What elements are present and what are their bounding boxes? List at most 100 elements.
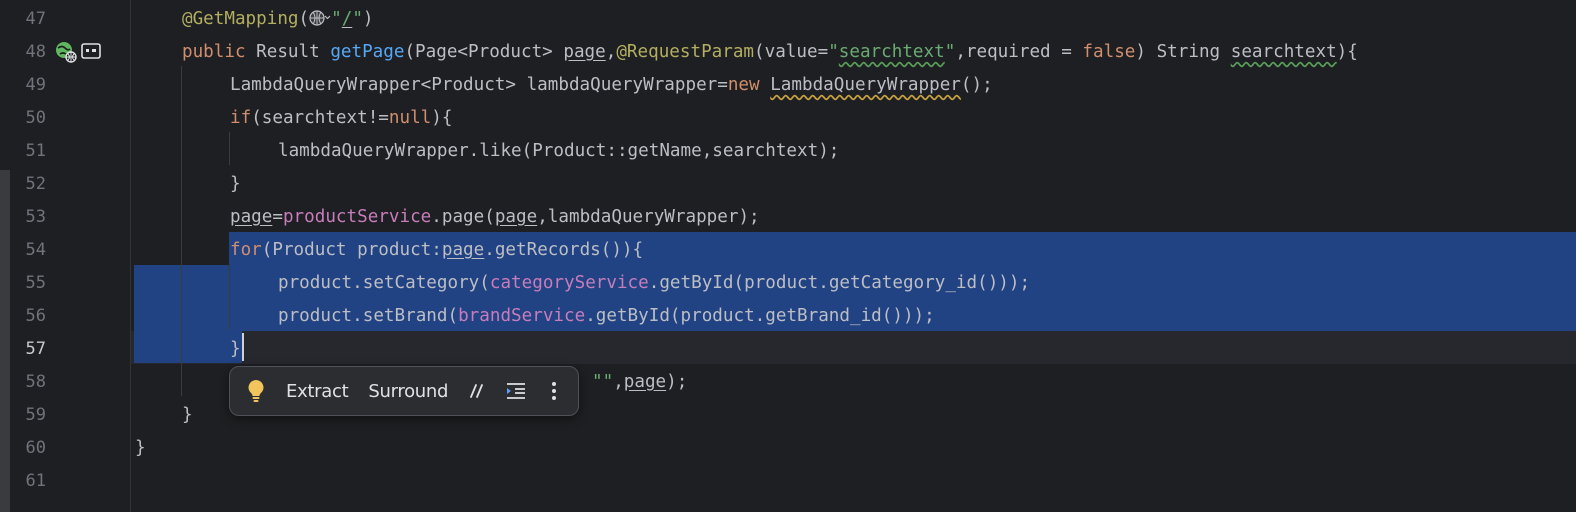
code-line-56[interactable]: product.setBrand(brandService.getById(pr… — [278, 300, 935, 333]
line-number: 51 — [25, 141, 46, 161]
code-line-58[interactable]: "",page); — [592, 366, 687, 399]
code-token: (Page<Product> — [404, 42, 564, 62]
field-categoryservice: categoryService — [489, 273, 649, 293]
code-token: .page( — [431, 207, 495, 227]
more-actions-button[interactable] — [534, 381, 574, 401]
field-brandservice: brandService — [458, 306, 586, 326]
code-token: } — [135, 438, 146, 458]
string-quote: " — [331, 9, 342, 29]
code-token: ){ — [431, 108, 453, 128]
line-number: 59 — [25, 405, 46, 425]
web-endpoint-icon[interactable] — [54, 40, 78, 64]
spring-bean-icon[interactable] — [81, 43, 101, 59]
paren: ) — [362, 9, 374, 29]
var-page: page — [230, 207, 273, 227]
code-line-49[interactable]: LambdaQueryWrapper<Product> lambdaQueryW… — [230, 69, 993, 102]
code-line-50[interactable]: if(searchtext!=null){ — [230, 102, 452, 135]
code-line-54[interactable]: for(Product product:page.getRecords()){ — [230, 234, 643, 267]
code-line-52[interactable]: } — [230, 168, 241, 201]
reformat-icon — [507, 383, 526, 399]
param-searchtext: searchtext — [1230, 42, 1337, 62]
line-number: 52 — [25, 174, 46, 194]
line-number: 48 — [25, 42, 46, 62]
line-number: 50 — [25, 108, 46, 128]
code-line-47[interactable]: @GetMapping("/") — [182, 3, 374, 36]
floating-action-toolbar: Extract Surround — [229, 366, 579, 416]
code-token: (Product product: — [261, 240, 442, 260]
line-number: 47 — [25, 9, 46, 29]
keyword-public: public — [182, 42, 246, 62]
keyword-if: if — [230, 108, 252, 128]
text-caret — [242, 333, 244, 361]
line-number: 61 — [25, 471, 46, 491]
string-quote: " — [828, 42, 839, 62]
code-token: (value= — [754, 42, 829, 62]
keyword-null: null — [388, 108, 432, 128]
line-number: 53 — [25, 207, 46, 227]
string-value: searchtext — [838, 42, 945, 62]
code-token: ){ — [1336, 42, 1358, 62]
code-editor[interactable]: 47 48 49 50 51 52 53 54 55 56 57 58 59 6… — [0, 0, 1576, 512]
surround-button[interactable]: Surround — [358, 381, 458, 402]
lightbulb-icon — [248, 380, 264, 402]
line-number: 55 — [25, 273, 46, 293]
code-token: } — [182, 405, 193, 425]
code-line-55[interactable]: product.setCategory(categoryService.getB… — [278, 267, 1030, 300]
string-path: / — [341, 9, 353, 29]
indent-guide — [181, 66, 182, 396]
method-name: getPage — [330, 42, 405, 62]
code-token: (); — [960, 75, 993, 95]
keyword-false: false — [1082, 42, 1136, 62]
code-line-57[interactable]: } — [230, 333, 241, 366]
code-token: ) String — [1135, 42, 1231, 62]
code-token: product.setBrand( — [278, 306, 459, 326]
comment-button[interactable] — [458, 382, 498, 400]
line-number: 58 — [25, 372, 46, 392]
line-number: 60 — [25, 438, 46, 458]
scroll-thumb[interactable] — [0, 170, 10, 512]
line-number: 56 — [25, 306, 46, 326]
code-token: ); — [666, 372, 688, 392]
code-line-59[interactable]: } — [182, 399, 193, 432]
code-line-51[interactable]: lambdaQueryWrapper.like(Product::getName… — [278, 135, 839, 168]
string-quote: " — [944, 42, 956, 62]
code-token: , — [605, 42, 617, 62]
code-line-60[interactable]: } — [135, 432, 146, 465]
code-token: (searchtext!= — [251, 108, 389, 128]
code-token: , — [613, 372, 624, 392]
field-productservice: productService — [282, 207, 432, 227]
var-page: page — [623, 372, 667, 392]
indent-guide — [229, 264, 230, 330]
code-token: .getById(product.getBrand_id())); — [585, 306, 935, 326]
line-number-current: 57 — [25, 339, 46, 359]
current-line-highlight — [131, 331, 1576, 364]
comment-icon — [470, 384, 484, 398]
code-token: .getById(product.getCategory_id())); — [648, 273, 1031, 293]
param-page: page — [563, 42, 606, 62]
code-token: lambdaQueryWrapper.like(Product::getName… — [278, 141, 840, 161]
var-page: page — [441, 240, 485, 260]
left-tool-strip — [0, 0, 10, 512]
intention-actions-button[interactable] — [230, 379, 282, 403]
code-token: } — [230, 174, 241, 194]
line-gutter[interactable]: 47 48 49 50 51 52 53 54 55 56 57 58 59 6… — [10, 0, 131, 512]
line-number: 54 — [25, 240, 46, 260]
indent-guide — [229, 132, 230, 165]
code-token: ,required = — [955, 42, 1083, 62]
code-token: product.setCategory( — [278, 273, 490, 293]
reformat-button[interactable] — [498, 382, 534, 400]
code-line-48[interactable]: public Result getPage(Page<Product> page… — [182, 36, 1358, 69]
globe-icon[interactable] — [309, 9, 331, 27]
string-quote: " — [352, 9, 363, 29]
line-number: 49 — [25, 75, 46, 95]
extract-button[interactable]: Extract — [282, 381, 358, 402]
constructor-name: LambdaQueryWrapper — [770, 75, 961, 95]
arg-page: page — [494, 207, 538, 227]
more-vertical-icon — [552, 382, 557, 400]
annotation-requestparam: @RequestParam — [616, 42, 755, 62]
code-token: .getRecords()){ — [484, 240, 644, 260]
code-token: LambdaQueryWrapper<Product> lambdaQueryW… — [230, 75, 728, 95]
code-line-53[interactable]: page=productService.page(page,lambdaQuer… — [230, 201, 760, 234]
code-token: } — [230, 339, 241, 359]
